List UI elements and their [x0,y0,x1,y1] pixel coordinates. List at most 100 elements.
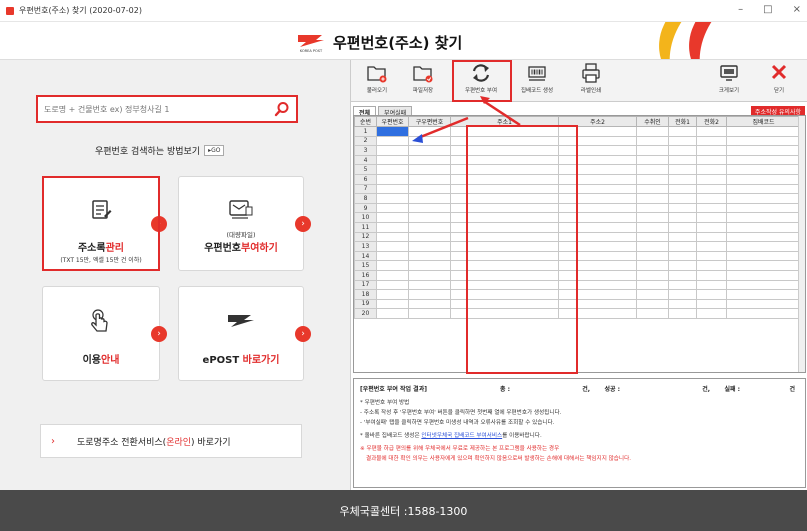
grid-cell[interactable] [408,135,451,147]
grid-cell[interactable] [558,279,637,291]
grid-cell[interactable] [696,289,727,300]
grid-cell[interactable] [668,154,697,166]
grid-cell[interactable] [376,145,409,156]
howto-go-button[interactable]: ▸GO [204,145,225,156]
grid-cell[interactable] [558,126,637,137]
grid-cell[interactable] [696,202,727,214]
grid-column-header[interactable]: 전화1 [668,116,697,127]
grid-cell[interactable] [450,145,559,156]
barcode-service-link[interactable]: 인터넷우체국 집배코드 부여서비스 [421,433,502,439]
grid-cell[interactable] [668,135,697,147]
grid-cell[interactable] [668,183,697,195]
grid-cell[interactable] [696,279,727,291]
grid-cell[interactable] [726,154,801,166]
grid-cell[interactable] [726,221,801,233]
grid-cell[interactable] [408,250,451,262]
grid-cell[interactable] [376,308,409,319]
grid-cell[interactable] [558,221,637,233]
grid-cell[interactable] [668,173,697,185]
grid-cell[interactable] [636,202,669,214]
grid-cell[interactable] [408,231,451,243]
print-label-button[interactable]: 라벨인쇄 [569,62,613,100]
grid-cell[interactable] [376,212,409,223]
grid-cell[interactable] [636,145,669,156]
grid-cell[interactable] [668,231,697,243]
table-row[interactable]: 5 [354,164,801,175]
grid-cell[interactable] [696,145,727,156]
grid-cell[interactable] [376,221,409,233]
search-button[interactable] [268,97,296,121]
grid-cell[interactable] [408,193,451,204]
grid-cell[interactable] [450,164,559,175]
grid-cell[interactable] [668,298,697,310]
table-row[interactable]: 19 [354,298,801,310]
table-row[interactable]: 6 [354,173,801,185]
grid-cell[interactable] [408,269,451,281]
grid-cell[interactable] [636,308,669,319]
grid-cell[interactable] [408,308,451,319]
grid-cell[interactable] [636,298,669,310]
grid-cell[interactable] [696,241,727,252]
grid-cell[interactable] [558,135,637,147]
enlarge-view-button[interactable]: 크게보기 [707,62,751,100]
grid-cell[interactable] [376,260,409,271]
grid-cell[interactable] [636,269,669,281]
grid-cell[interactable] [408,289,451,300]
grid-cell[interactable] [408,126,451,137]
grid-cell[interactable] [450,269,559,281]
table-row[interactable]: 4 [354,154,801,166]
grid-cell[interactable] [668,164,697,175]
grid-cell[interactable] [408,241,451,252]
grid-cell[interactable] [450,241,559,252]
grid-cell[interactable] [450,308,559,319]
grid-cell[interactable] [408,221,451,233]
table-row[interactable]: 18 [354,289,801,300]
grid-cell[interactable] [376,241,409,252]
grid-column-header[interactable]: 우편번호 [376,116,409,127]
save-file-button[interactable]: 파일저장 [401,62,445,100]
road-address-service-link[interactable]: › 도로명주소 전환서비스(온라인) 바로가기 [40,424,302,458]
grid-cell[interactable] [726,164,801,175]
grid-cell[interactable] [376,279,409,291]
grid-cell[interactable] [668,289,697,300]
grid-cell[interactable] [636,241,669,252]
grid-cell[interactable] [408,212,451,223]
grid-cell[interactable] [636,164,669,175]
grid-cell[interactable] [696,126,727,137]
grid-cell[interactable] [696,298,727,310]
grid-cell[interactable] [636,154,669,166]
grid-cell[interactable] [696,183,727,195]
grid-cell[interactable] [376,164,409,175]
grid-cell[interactable] [668,250,697,262]
grid-cell[interactable] [696,135,727,147]
table-row[interactable]: 1 [354,126,801,137]
generate-delivery-code-button[interactable]: 집배코드 생성 [511,62,563,100]
grid-cell[interactable] [376,269,409,281]
grid-cell[interactable] [726,279,801,291]
grid-cell[interactable] [376,173,409,185]
grid-cell[interactable] [450,202,559,214]
grid-cell[interactable] [450,173,559,185]
grid-cell[interactable] [408,164,451,175]
grid-cell[interactable] [696,308,727,319]
table-row[interactable]: 14 [354,250,801,262]
usage-guide-tile[interactable]: 이용안내 › [42,286,167,381]
grid-cell[interactable] [696,260,727,271]
grid-vertical-scrollbar[interactable] [798,116,805,372]
table-row[interactable]: 12 [354,231,801,243]
grid-cell[interactable] [558,298,637,310]
grid-cell[interactable] [636,135,669,147]
grid-cell[interactable] [696,231,727,243]
grid-cell[interactable] [558,241,637,252]
grid-cell[interactable] [636,212,669,223]
grid-cell[interactable] [726,231,801,243]
grid-cell[interactable] [558,250,637,262]
grid-cell[interactable] [450,221,559,233]
grid-cell[interactable] [636,231,669,243]
grid-cell[interactable] [726,135,801,147]
grid-cell[interactable] [450,298,559,310]
grid-cell[interactable] [696,250,727,262]
grid-cell[interactable] [668,193,697,204]
grid-cell[interactable] [668,212,697,223]
grid-cell[interactable] [636,289,669,300]
